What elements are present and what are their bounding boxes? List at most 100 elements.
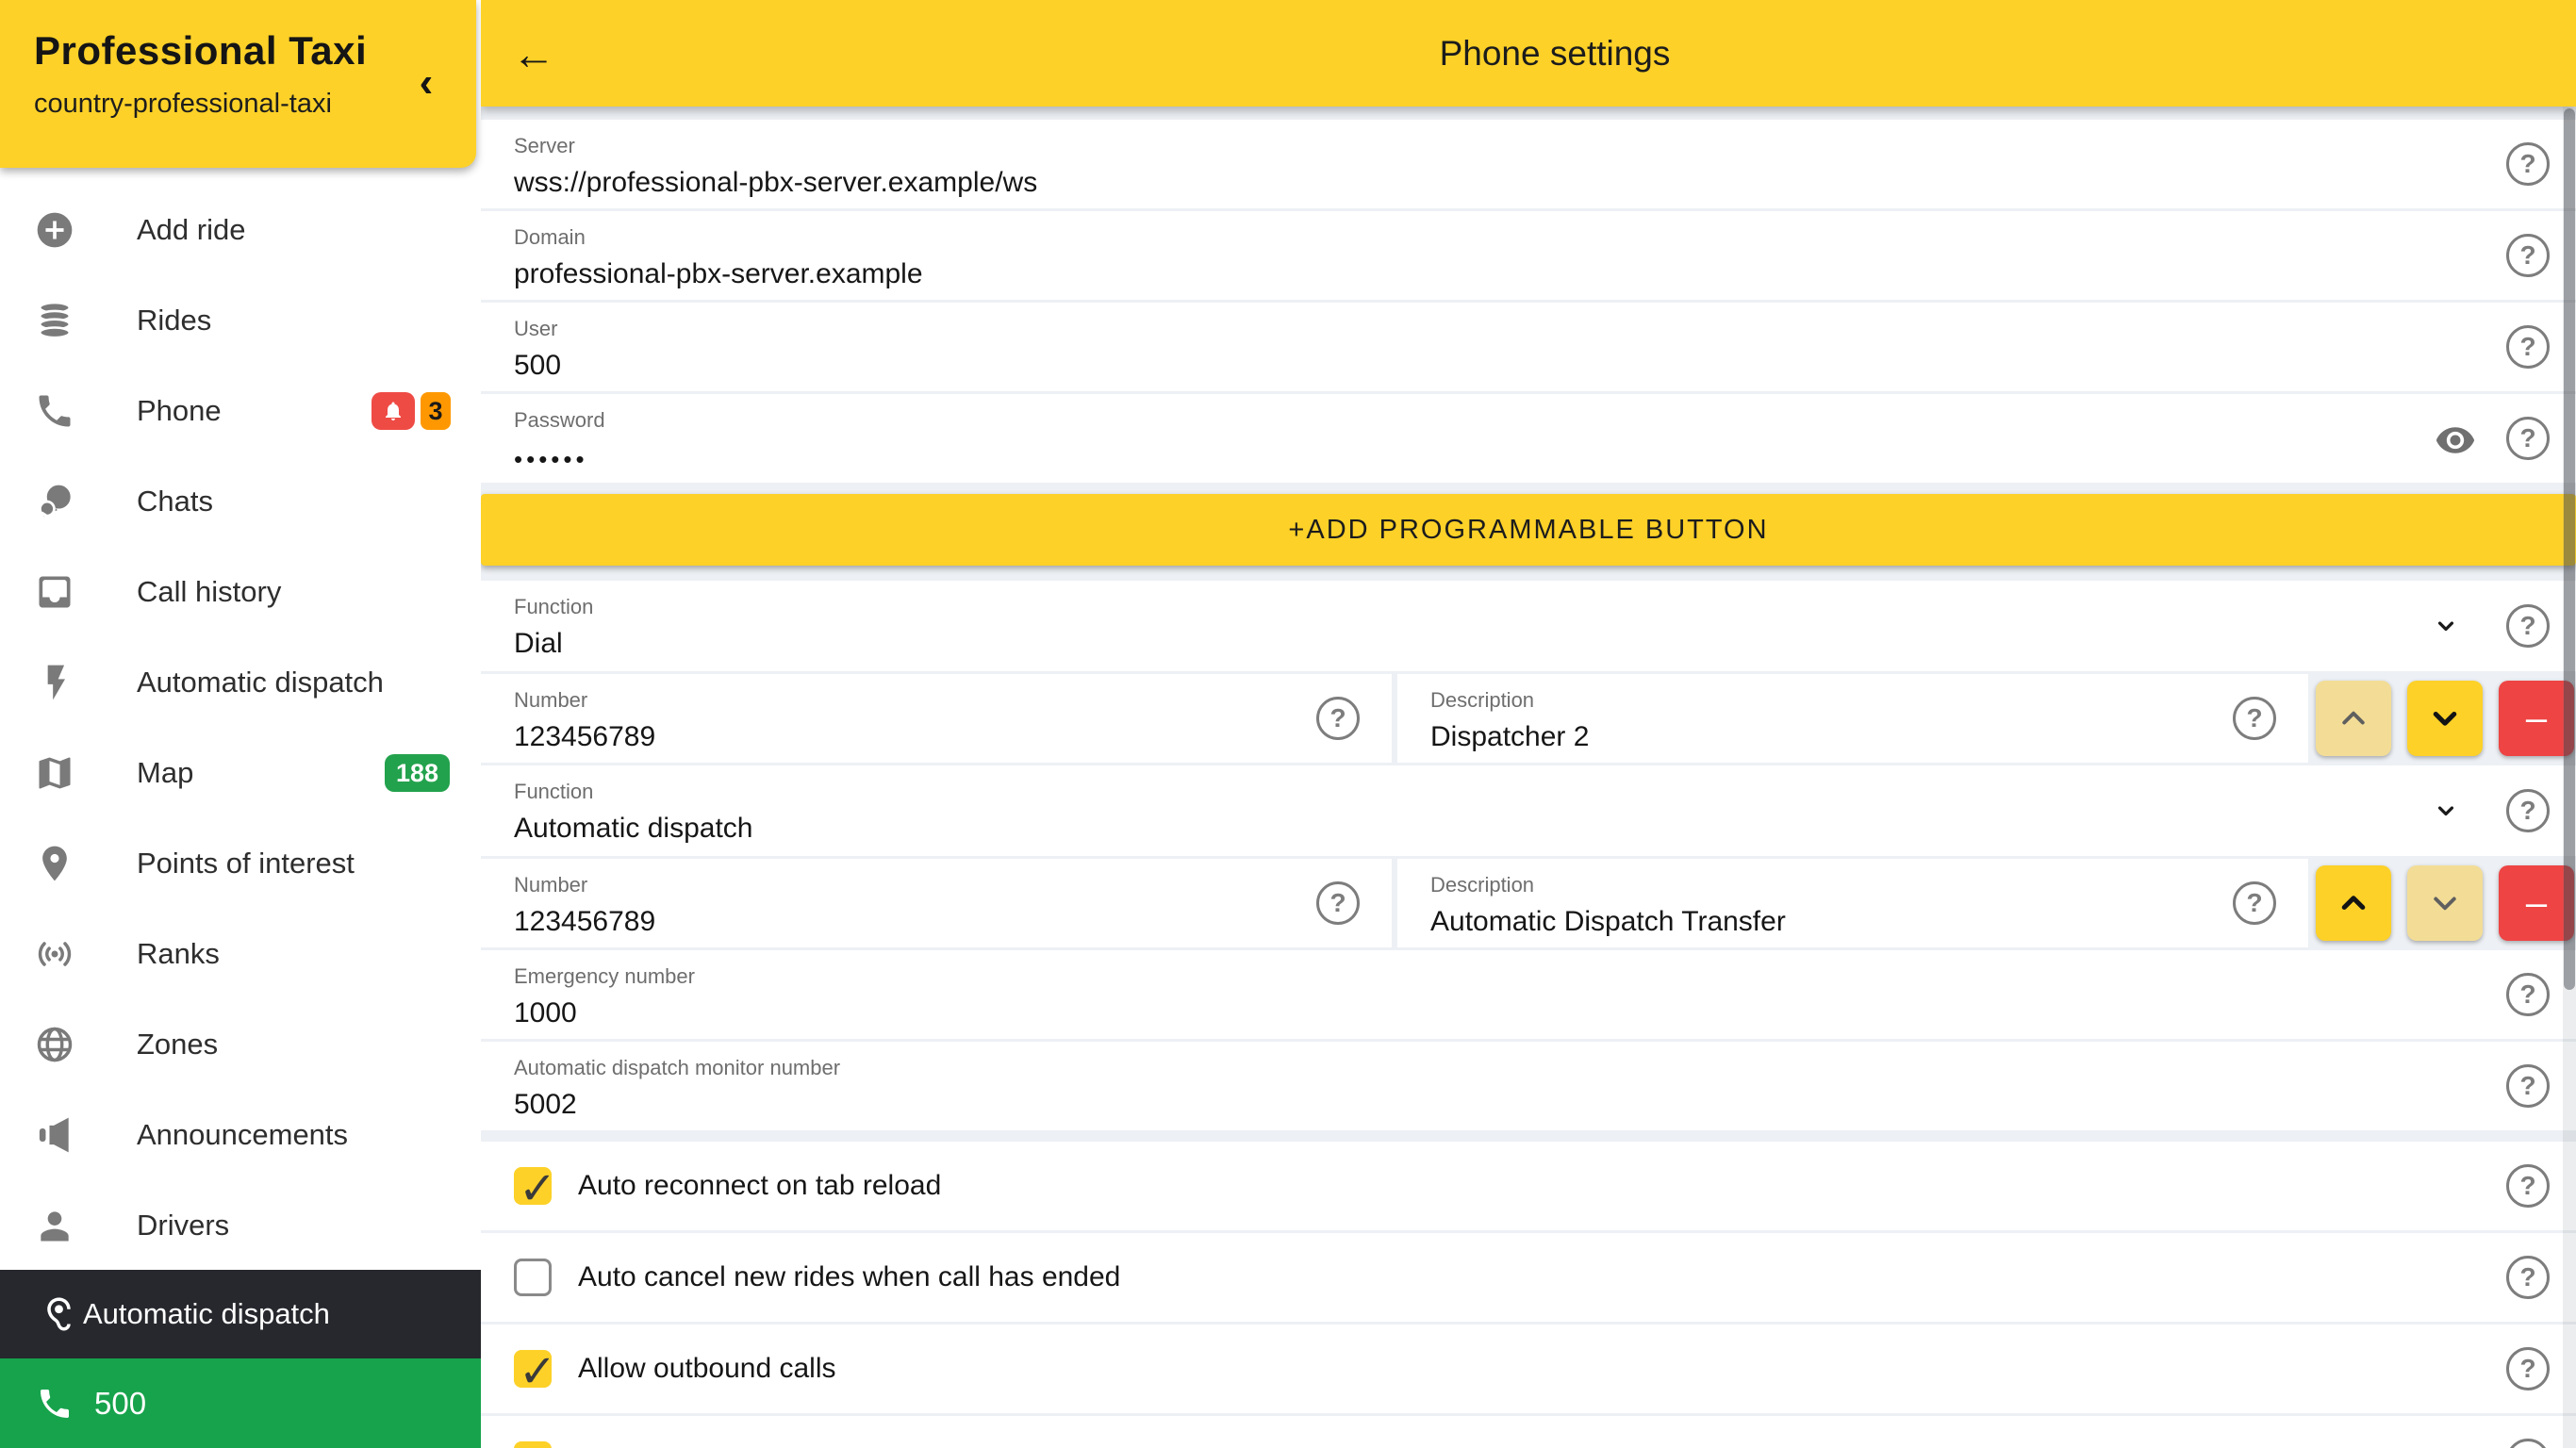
sidebar-item-phone[interactable]: Phone 3	[0, 366, 481, 456]
sidebar-item-label: Chats	[137, 485, 213, 518]
help-icon[interactable]: ?	[2506, 142, 2550, 186]
sidebar-item-points-of-interest[interactable]: Points of interest	[0, 818, 481, 909]
function-select-2[interactable]: Function Automatic dispatch ?	[481, 765, 2576, 856]
user-field[interactable]: User 500 ?	[481, 303, 2576, 391]
checkbox-label: Enable call log	[578, 1444, 762, 1448]
auto-reconnect-checkbox[interactable]	[514, 1167, 552, 1205]
field-value[interactable]: Dial	[514, 628, 2576, 660]
back-arrow-icon[interactable]: ←	[481, 28, 586, 79]
field-value[interactable]: 1000	[514, 997, 2576, 1029]
enable-call-log-row: Enable call log ?	[481, 1416, 2576, 1448]
help-icon[interactable]: ?	[2506, 604, 2550, 648]
help-icon[interactable]: ?	[2233, 697, 2276, 740]
sidebar-item-rides[interactable]: Rides	[0, 275, 481, 366]
sidebar-item-add-ride[interactable]: Add ride	[0, 185, 481, 275]
field-value[interactable]: Dispatcher 2	[1430, 721, 2308, 753]
chevron-up-icon	[2337, 701, 2370, 735]
help-icon[interactable]: ?	[2506, 1064, 2550, 1108]
allow-outbound-calls-row: Allow outbound calls ?	[481, 1325, 2576, 1413]
help-icon[interactable]: ?	[2506, 234, 2550, 277]
chevron-down-icon[interactable]	[2433, 798, 2459, 824]
enable-call-log-checkbox[interactable]	[514, 1441, 552, 1448]
sidebar-item-label: Call history	[137, 575, 281, 609]
password-field[interactable]: Password •••••• ?	[481, 394, 2576, 483]
help-icon[interactable]: ?	[2506, 417, 2550, 460]
help-icon[interactable]: ?	[2233, 881, 2276, 925]
function-select-1[interactable]: Function Dial ?	[481, 581, 2576, 671]
page-title: Phone settings	[586, 34, 2576, 74]
move-up-button[interactable]	[2316, 865, 2391, 941]
sidebar-header: Professional Taxi country-professional-t…	[0, 0, 476, 168]
automatic-dispatch-status-bar[interactable]: Automatic dispatch	[0, 1270, 481, 1358]
row-actions: –	[2316, 674, 2574, 763]
move-down-button[interactable]	[2407, 681, 2483, 756]
auto-cancel-rides-checkbox[interactable]	[514, 1259, 552, 1296]
sidebar-item-drivers[interactable]: Drivers	[0, 1180, 481, 1271]
monitor-number-field[interactable]: Automatic dispatch monitor number 5002 ?	[481, 1042, 2576, 1130]
field-value[interactable]: 123456789	[514, 721, 1392, 753]
map-pin-icon	[34, 843, 75, 884]
help-icon[interactable]: ?	[2506, 1164, 2550, 1208]
field-value[interactable]: professional-pbx-server.example	[514, 258, 2576, 290]
inbox-icon	[34, 571, 75, 613]
auto-cancel-rides-row: Auto cancel new rides when call has ende…	[481, 1233, 2576, 1322]
page-header: ← Phone settings	[481, 0, 2576, 107]
scrollbar-thumb[interactable]	[2564, 108, 2575, 990]
description-field[interactable]: Description Dispatcher 2 ?	[1397, 674, 2308, 763]
app-window: Professional Taxi country-professional-t…	[0, 0, 2576, 1448]
plus-circle-icon	[34, 209, 75, 251]
radio-waves-icon	[34, 933, 75, 975]
chevron-down-icon	[2428, 886, 2462, 920]
phone-icon	[34, 390, 75, 432]
sidebar-item-automatic-dispatch[interactable]: Automatic dispatch	[0, 637, 481, 728]
allow-outbound-calls-checkbox[interactable]	[514, 1350, 552, 1388]
help-icon[interactable]: ?	[1316, 697, 1360, 740]
help-icon[interactable]: ?	[2506, 325, 2550, 369]
description-field[interactable]: Description Automatic Dispatch Transfer …	[1397, 859, 2308, 947]
map-icon	[34, 752, 75, 794]
field-value-masked[interactable]: ••••••	[514, 445, 2576, 474]
map-count-badge: 188	[385, 754, 450, 792]
field-value[interactable]: Automatic dispatch	[514, 813, 2576, 845]
field-label: Function	[514, 595, 2576, 619]
sidebar-item-label: Rides	[137, 304, 211, 337]
field-value[interactable]: 123456789	[514, 906, 1392, 938]
number-field[interactable]: Number 123456789 ?	[481, 674, 1392, 763]
vertical-scrollbar[interactable]	[2563, 107, 2576, 1448]
help-icon[interactable]: ?	[2506, 1439, 2550, 1448]
sidebar-collapse-icon[interactable]: ‹	[405, 58, 448, 107]
sidebar-item-announcements[interactable]: Announcements	[0, 1090, 481, 1180]
chat-bubbles-icon	[34, 481, 75, 522]
sidebar-item-chats[interactable]: Chats	[0, 456, 481, 547]
help-icon[interactable]: ?	[1316, 881, 1360, 925]
field-value[interactable]: wss://professional-pbx-server.example/ws	[514, 167, 2576, 199]
sidebar-item-ranks[interactable]: Ranks	[0, 909, 481, 999]
help-icon[interactable]: ?	[2506, 1347, 2550, 1390]
sidebar-item-call-history[interactable]: Call history	[0, 547, 481, 637]
help-icon[interactable]: ?	[2506, 973, 2550, 1016]
help-icon[interactable]: ?	[2506, 789, 2550, 832]
number-field[interactable]: Number 123456789 ?	[481, 859, 1392, 947]
ear-icon	[36, 1294, 75, 1334]
sidebar-item-zones[interactable]: Zones	[0, 999, 481, 1090]
bolt-icon	[34, 662, 75, 703]
sidebar-item-label: Announcements	[137, 1118, 348, 1152]
checkbox-label: Auto reconnect on tab reload	[578, 1170, 941, 1202]
field-value[interactable]: Automatic Dispatch Transfer	[1430, 906, 2308, 938]
field-value[interactable]: 5002	[514, 1089, 2576, 1121]
stack-icon	[34, 300, 75, 341]
phone-extension-bar[interactable]: 500	[0, 1358, 481, 1448]
main-panel: ← Phone settings Server wss://profession…	[481, 0, 2576, 1448]
help-icon[interactable]: ?	[2506, 1256, 2550, 1299]
sidebar: Professional Taxi country-professional-t…	[0, 0, 481, 1448]
domain-field[interactable]: Domain professional-pbx-server.example ?	[481, 211, 2576, 300]
field-value[interactable]: 500	[514, 350, 2576, 382]
sidebar-item-map[interactable]: Map 188	[0, 728, 481, 818]
show-password-eye-icon[interactable]	[2435, 420, 2476, 461]
notification-bell-badge	[372, 392, 415, 430]
server-field[interactable]: Server wss://professional-pbx-server.exa…	[481, 120, 2576, 208]
dispatch-bar-label: Automatic dispatch	[83, 1297, 330, 1331]
add-programmable-button[interactable]: +ADD PROGRAMMABLE BUTTON	[481, 494, 2576, 566]
chevron-down-icon[interactable]	[2433, 613, 2459, 639]
emergency-number-field[interactable]: Emergency number 1000 ?	[481, 950, 2576, 1039]
